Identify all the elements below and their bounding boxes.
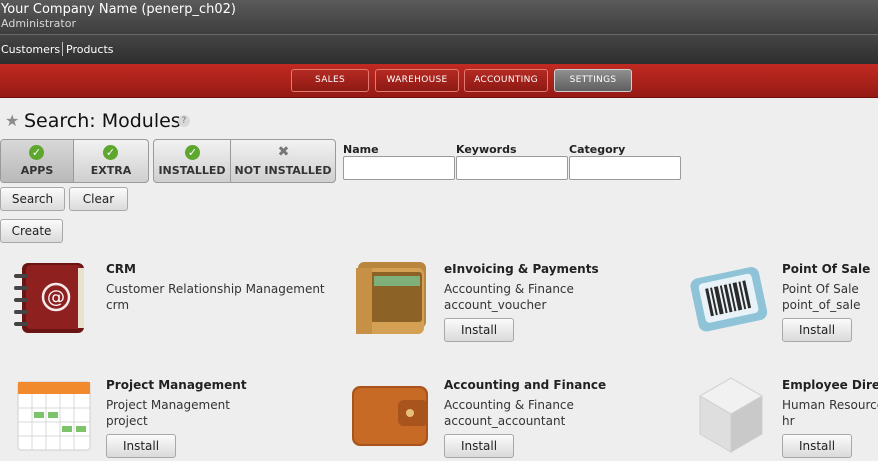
cube-icon [698, 376, 764, 458]
main-navigation: SALES WAREHOUSE ACCOUNTING SETTINGS [0, 64, 878, 98]
menu-bar: Customers Products [0, 34, 878, 64]
install-button[interactable]: Install [106, 434, 176, 458]
filter-group-apps: ✓ APPS ✓ EXTRA [0, 139, 149, 183]
install-button[interactable]: Install [782, 318, 852, 342]
module-technical-name: hr [782, 414, 795, 428]
filter-extra[interactable]: ✓ EXTRA [74, 140, 148, 182]
svg-text:@: @ [47, 287, 65, 308]
star-icon[interactable]: ★ [5, 113, 20, 129]
module-category: Customer Relationship Management [106, 282, 325, 296]
clear-button[interactable]: Clear [69, 187, 128, 211]
category-field[interactable] [569, 156, 681, 180]
filter-group-state: ✓ INSTALLED ✖ NOT INSTALLED [153, 139, 336, 183]
calendar-icon [16, 378, 92, 458]
filter-not-installed[interactable]: ✖ NOT INSTALLED [231, 140, 335, 182]
leather-wallet-icon [350, 380, 430, 454]
page-title: Search: Modules [24, 110, 181, 132]
menu-separator [62, 42, 63, 56]
module-technical-name: account_voucher [444, 298, 547, 312]
module-name[interactable]: Project Management [106, 378, 247, 392]
create-button[interactable]: Create [0, 219, 63, 243]
filter-not-installed-label: NOT INSTALLED [234, 164, 332, 177]
filter-installed-label: INSTALLED [158, 164, 226, 177]
name-field-label: Name [343, 143, 379, 156]
search-button[interactable]: Search [0, 187, 65, 211]
check-icon: ✓ [185, 145, 200, 160]
module-category: Accounting & Finance [444, 398, 574, 412]
wallet-icon [350, 258, 432, 344]
menu-item-products[interactable]: Products [66, 43, 114, 56]
module-category: Accounting & Finance [444, 282, 574, 296]
tab-settings[interactable]: SETTINGS [554, 69, 632, 92]
company-name: Your Company Name (penerp_ch02) [1, 2, 237, 17]
module-technical-name: account_accountant [444, 414, 566, 428]
filter-apps[interactable]: ✓ APPS [1, 140, 74, 182]
filter-extra-label: EXTRA [90, 164, 132, 177]
install-button[interactable]: Install [444, 318, 514, 342]
name-field[interactable] [343, 156, 455, 180]
user-role: Administrator [1, 17, 76, 30]
help-icon[interactable]: ? [178, 115, 190, 127]
module-category: Point Of Sale [782, 282, 859, 296]
module-name[interactable]: Employee Direc [782, 378, 878, 392]
category-field-label: Category [569, 143, 626, 156]
cross-icon: ✖ [277, 144, 290, 160]
keywords-field[interactable] [456, 156, 568, 180]
module-name[interactable]: Accounting and Finance [444, 378, 606, 392]
check-icon: ✓ [29, 145, 44, 160]
module-category: Project Management [106, 398, 230, 412]
tab-warehouse[interactable]: WAREHOUSE [375, 69, 459, 92]
keywords-field-label: Keywords [456, 143, 517, 156]
module-category: Human Resource [782, 398, 878, 412]
install-button[interactable]: Install [782, 434, 852, 458]
module-name[interactable]: CRM [106, 262, 136, 276]
check-icon: ✓ [103, 145, 118, 160]
module-technical-name: crm [106, 298, 130, 312]
filter-installed[interactable]: ✓ INSTALLED [154, 140, 231, 182]
tab-accounting[interactable]: ACCOUNTING [464, 69, 548, 92]
module-technical-name: project [106, 414, 148, 428]
address-book-icon: @ [12, 260, 92, 342]
module-technical-name: point_of_sale [782, 298, 861, 312]
top-header: Your Company Name (penerp_ch02) Administ… [0, 0, 878, 34]
module-name[interactable]: Point Of Sale [782, 262, 870, 276]
menu-item-customers[interactable]: Customers [1, 43, 60, 56]
filter-apps-label: APPS [20, 164, 54, 177]
tab-sales[interactable]: SALES [291, 69, 369, 92]
install-button[interactable]: Install [444, 434, 514, 458]
module-name[interactable]: eInvoicing & Payments [444, 262, 599, 276]
barcode-icon [690, 264, 770, 340]
